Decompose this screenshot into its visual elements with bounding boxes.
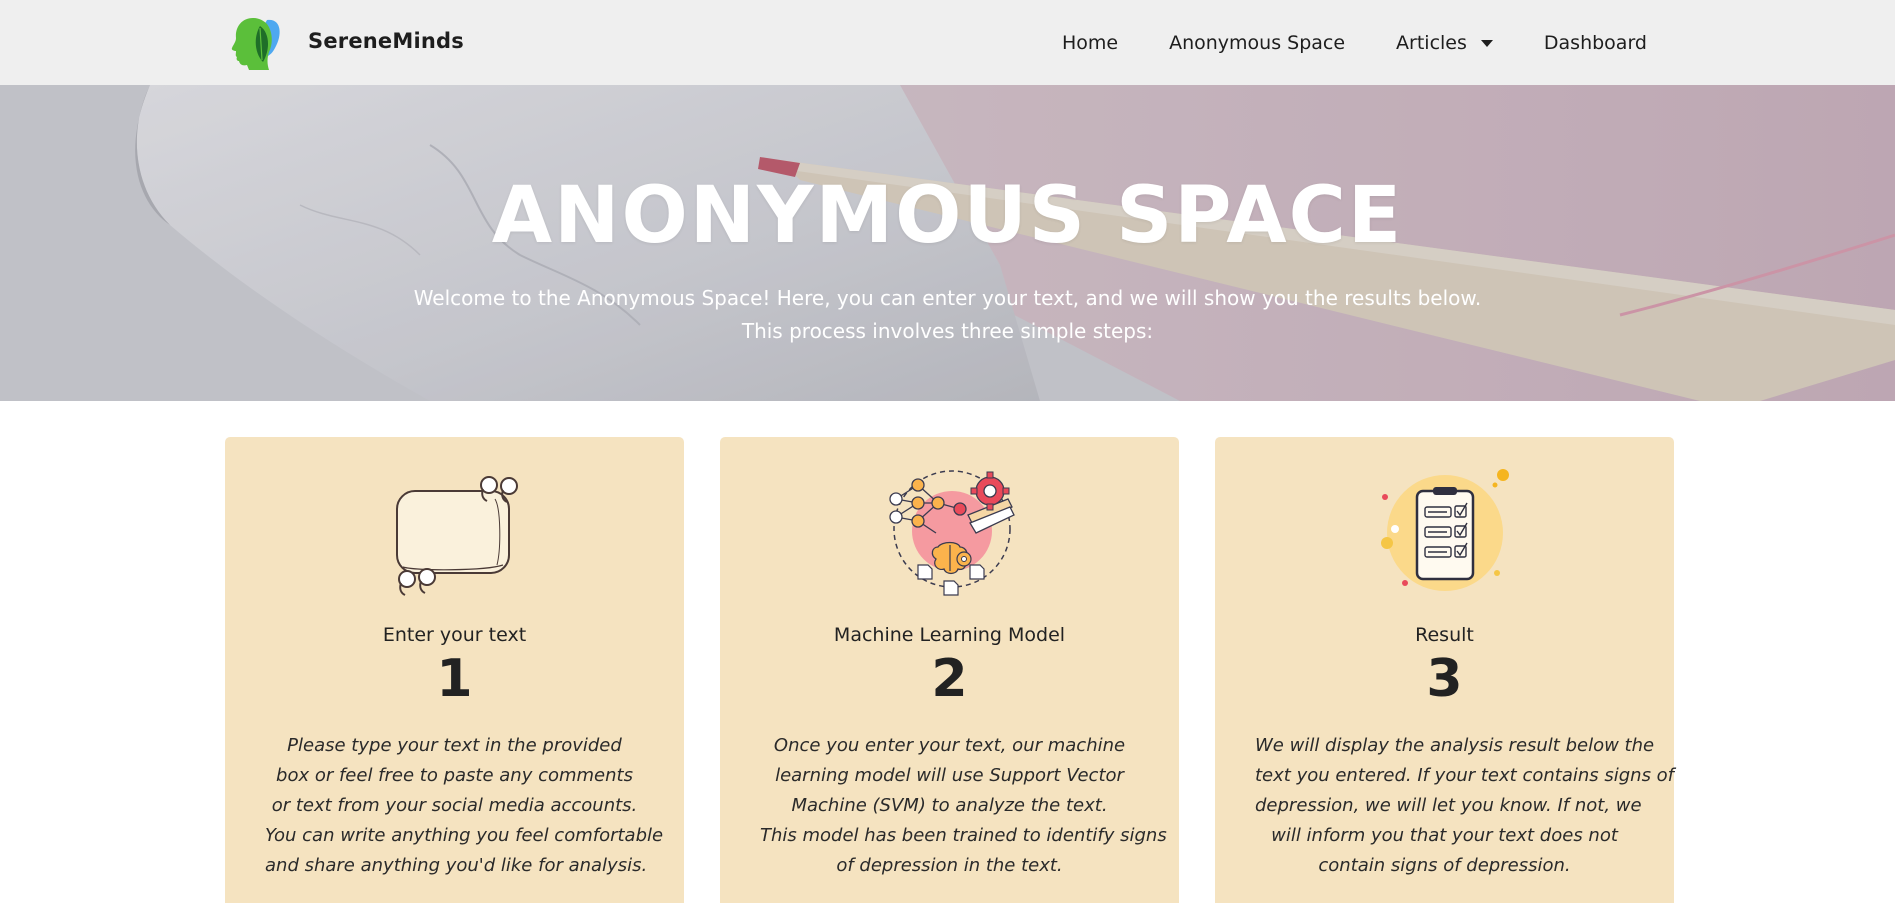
nav-anonymous-space[interactable]: Anonymous Space <box>1169 32 1345 54</box>
hero-subtitle-line1: Welcome to the Anonymous Space! Here, yo… <box>413 286 1482 310</box>
step-description-line: or text from your social media accounts. <box>271 795 638 816</box>
step-description-line: Once you enter your text, our machine <box>773 735 1126 756</box>
caret-down-icon <box>1480 40 1493 47</box>
step-description-line: Machine (SVM) to analyze the text. <box>791 795 1108 816</box>
page-title: ANONYMOUS SPACE <box>491 171 1404 261</box>
step-description: Please type your text in the provided bo… <box>265 731 664 881</box>
step-description-line: contain signs of depression. <box>1318 855 1571 876</box>
step-description-line: will inform you that your text does not <box>1271 825 1618 846</box>
step-card-result: Result 3 We will display the analysis re… <box>1215 437 1674 903</box>
step-label: Enter your text <box>382 624 527 646</box>
nav-articles-label: Articles <box>1396 31 1467 54</box>
step-description: Once you enter your text, our machine le… <box>760 731 1167 881</box>
step-number: 1 <box>436 649 473 709</box>
step-description-line: This model has been trained to identify … <box>760 825 1167 846</box>
nav-articles-dropdown[interactable]: Articles <box>1396 32 1493 54</box>
checklist-result-icon <box>1380 469 1509 591</box>
brand[interactable]: SereneMinds <box>231 12 464 70</box>
step-label: Result <box>1415 624 1474 646</box>
serenminds-logo-icon <box>231 18 280 70</box>
step-number: 3 <box>1426 649 1463 709</box>
hero-banner: ANONYMOUS SPACE Welcome to the Anonymous… <box>0 85 1895 401</box>
step-card-enter-text: Enter your text 1 Please type your text … <box>225 437 684 903</box>
step-description-line: You can write anything you feel comforta… <box>265 825 664 846</box>
nav-links: Home Anonymous Space Articles Dashboard <box>1062 0 1647 85</box>
step-description-line: box or feel free to paste any comments <box>276 765 633 786</box>
machine-learning-icon <box>888 470 1015 596</box>
hero-subtitle: Welcome to the Anonymous Space! Here, yo… <box>0 282 1895 348</box>
speech-bubble-icon <box>395 476 518 596</box>
nav-dashboard[interactable]: Dashboard <box>1544 32 1647 54</box>
step-card-ml-model: Machine Learning Model 2 Once you enter … <box>720 437 1179 903</box>
nav-home[interactable]: Home <box>1062 32 1118 54</box>
hero-subtitle-line2: This process involves three simple steps… <box>741 319 1154 343</box>
step-description-line: We will display the analysis result belo… <box>1255 735 1655 756</box>
brand-name: SereneMinds <box>308 29 464 53</box>
step-number: 2 <box>931 649 968 709</box>
step-description-line: learning model will use Support Vector <box>775 765 1124 786</box>
navbar: SereneMinds Home Anonymous Space Article… <box>0 0 1895 85</box>
step-description-line: depression, we will let you know. If not… <box>1255 795 1642 816</box>
step-description-line: Please type your text in the provided <box>287 735 622 756</box>
step-description-line: of depression in the text. <box>836 855 1063 876</box>
step-description-line: text you entered. If your text contains … <box>1255 765 1675 786</box>
step-description: We will display the analysis result belo… <box>1255 731 1675 881</box>
step-description-line: and share anything you'd like for analys… <box>265 855 648 876</box>
step-label: Machine Learning Model <box>833 624 1066 646</box>
